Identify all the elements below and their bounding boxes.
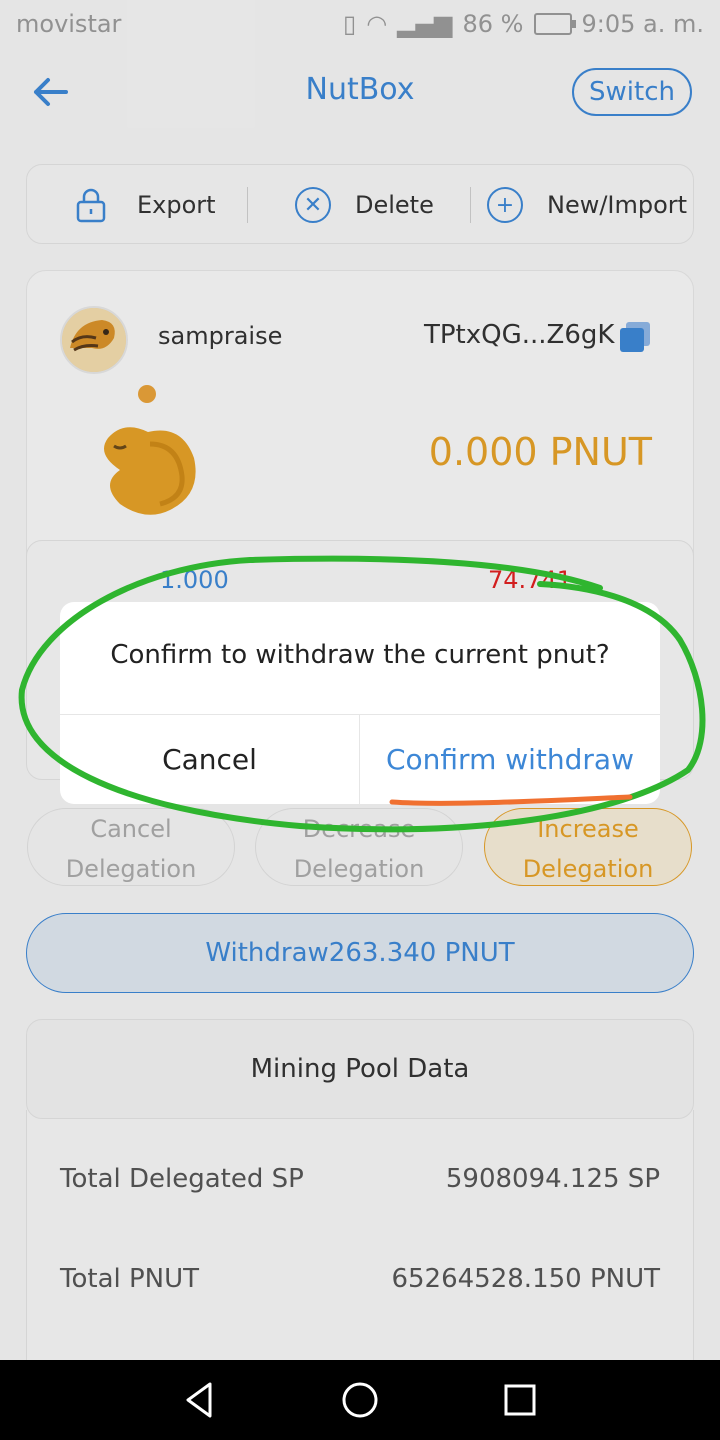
back-triangle-icon[interactable] [178,1378,222,1422]
recents-square-icon[interactable] [498,1378,542,1422]
dialog-cancel-button[interactable]: Cancel [60,714,359,804]
confirm-withdraw-dialog: Confirm to withdraw the current pnut? Ca… [60,602,660,804]
home-circle-icon[interactable] [338,1378,382,1422]
system-nav-bar [0,1360,720,1440]
dialog-confirm-button[interactable]: Confirm withdraw [360,714,660,804]
dialog-message: Confirm to withdraw the current pnut? [110,640,610,670]
app-screen: movistar ▯ ◠ ▂▄▆ 86 % 9:05 a. m. NutBox … [0,0,720,1360]
